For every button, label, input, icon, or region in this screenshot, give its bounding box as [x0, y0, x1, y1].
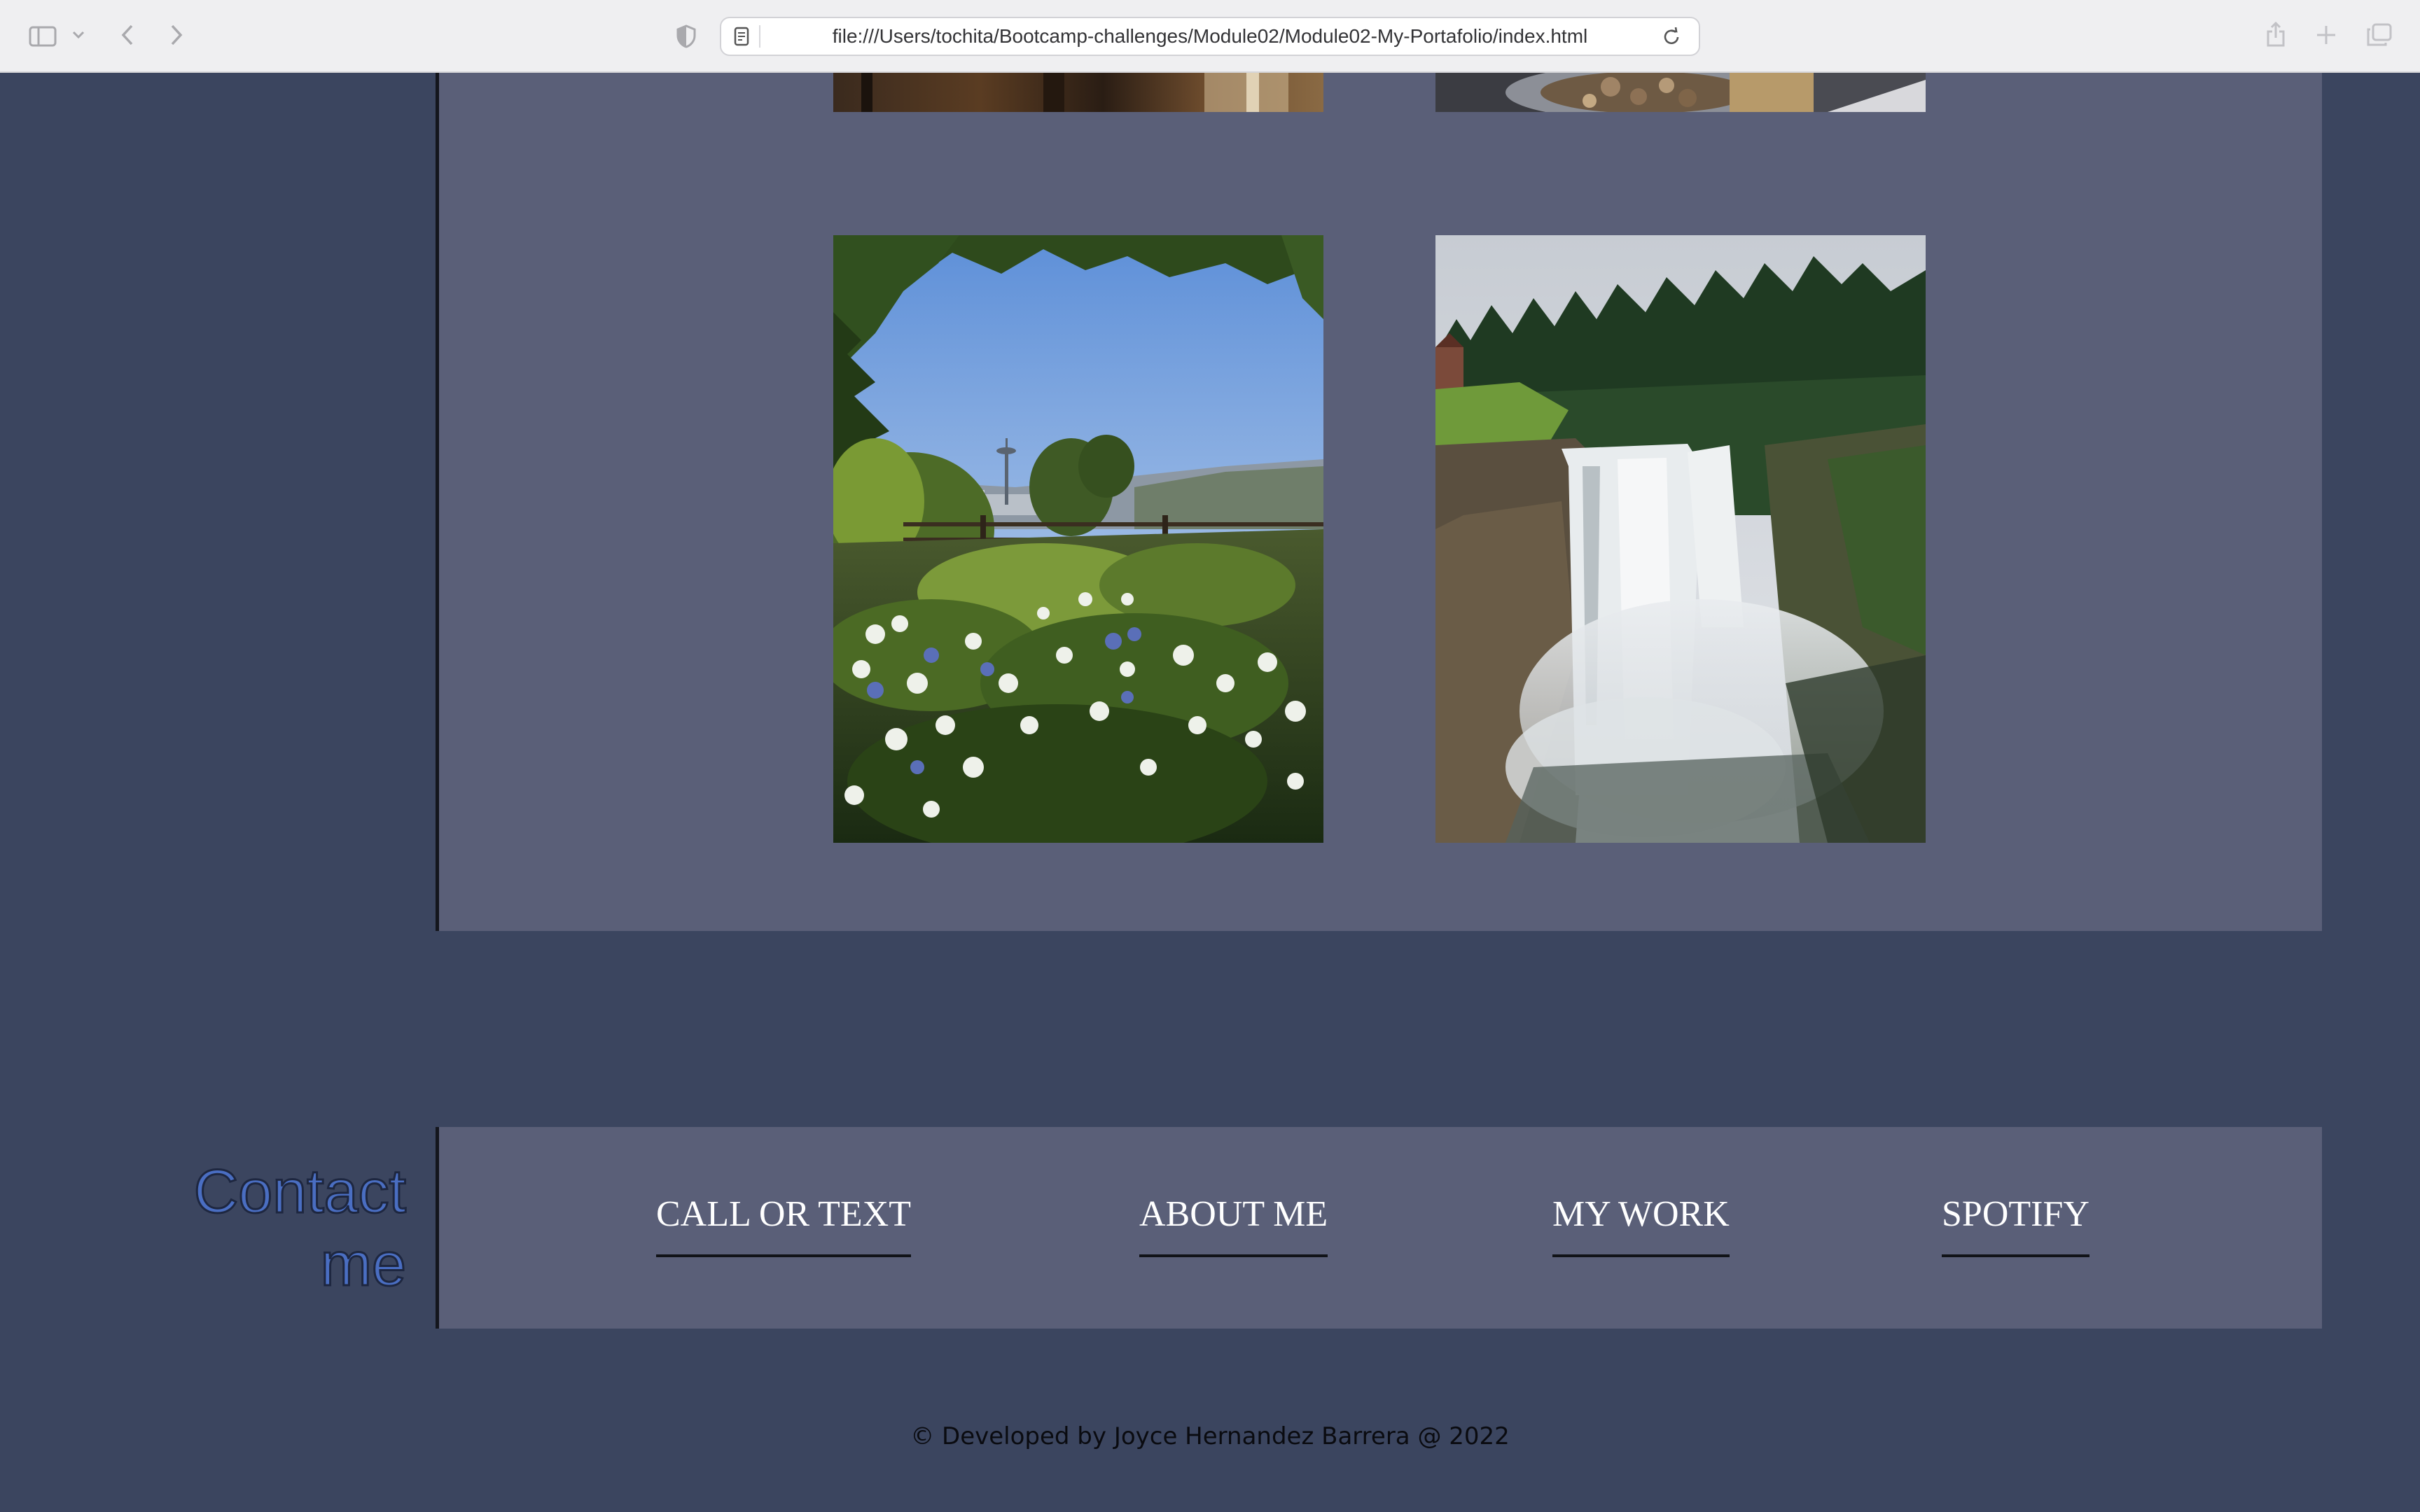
- nav-link-about-me[interactable]: ABOUT ME: [1139, 1191, 1328, 1257]
- new-tab-icon[interactable]: [2314, 22, 2339, 48]
- tab-overview-icon[interactable]: [2365, 21, 2393, 49]
- gallery-photo-top-right: [1435, 73, 1926, 112]
- chevron-down-icon[interactable]: [69, 25, 88, 45]
- gallery-photo-top-left: [833, 73, 1323, 112]
- footer-copyright: © Developed by Joyce Hernandez Barrera @…: [910, 1422, 1510, 1450]
- gallery-photo-waterfall: [1435, 235, 1926, 843]
- nav-link-call-or-text[interactable]: CALL OR TEXT: [656, 1191, 911, 1257]
- gallery-photo-seattle-skyline: [833, 235, 1323, 843]
- share-icon[interactable]: [2263, 18, 2288, 50]
- sidebar-icon[interactable]: [27, 22, 59, 50]
- url-text[interactable]: file:///Users/tochita/Bootcamp-challenge…: [721, 18, 1699, 55]
- gallery-section: [436, 73, 2322, 931]
- back-arrow-icon[interactable]: [115, 21, 140, 49]
- privacy-shield-icon[interactable]: [672, 21, 700, 52]
- browser-toolbar: file:///Users/tochita/Bootcamp-challenge…: [0, 0, 2420, 73]
- nav-link-spotify[interactable]: SPOTIFY: [1942, 1191, 2089, 1257]
- address-bar[interactable]: file:///Users/tochita/Bootcamp-challenge…: [720, 17, 1700, 56]
- reload-icon[interactable]: [1660, 25, 1683, 49]
- nav-link-my-work[interactable]: MY WORK: [1552, 1191, 1730, 1257]
- contact-nav: CALL OR TEXT ABOUT ME MY WORK SPOTIFY: [436, 1127, 2322, 1329]
- forward-arrow-icon[interactable]: [164, 21, 189, 49]
- contact-heading: Contact me: [193, 1156, 407, 1300]
